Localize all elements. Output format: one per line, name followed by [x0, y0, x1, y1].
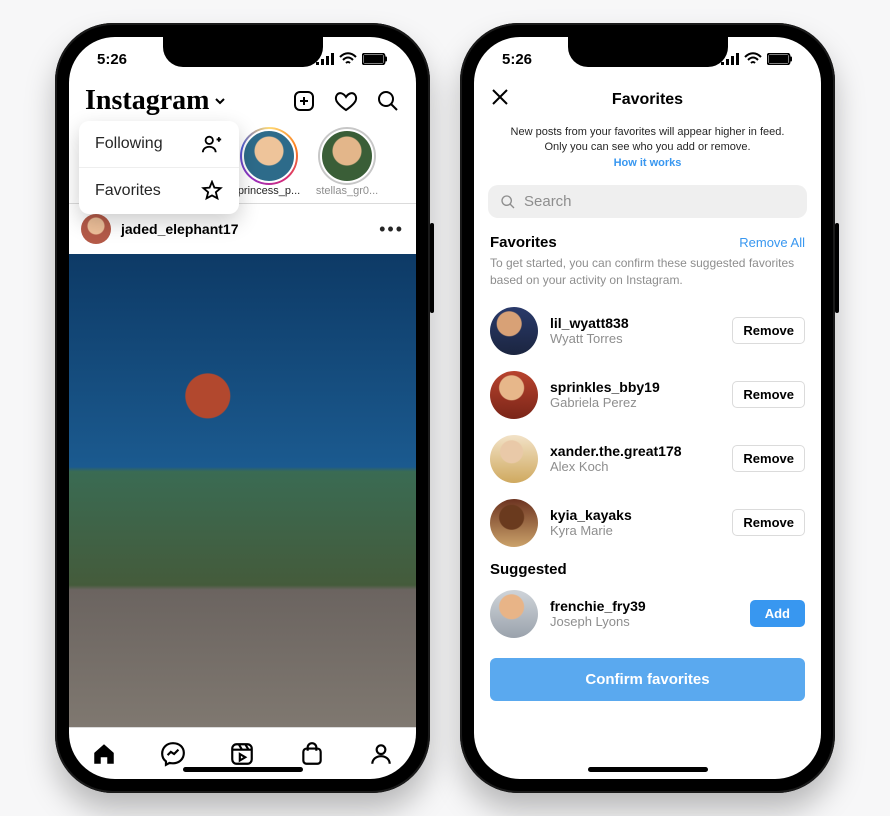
user-avatar[interactable]: [490, 307, 538, 355]
favorites-section-title: Favorites: [490, 234, 557, 251]
wifi-icon: [744, 52, 762, 66]
user-row: sprinkles_bby19Gabriela Perez Remove: [474, 363, 821, 427]
suggested-section-title: Suggested: [490, 561, 567, 578]
user-fullname: Joseph Lyons: [550, 614, 646, 629]
status-time: 5:26: [502, 51, 532, 68]
feed-type-dropdown: Following Favorites: [79, 121, 239, 214]
favorites-section-header: Favorites Remove All: [474, 228, 821, 255]
favorites-hint: To get started, you can confirm these su…: [474, 255, 821, 299]
tab-messenger-icon[interactable]: [160, 741, 186, 767]
phone-favorites: 5:26 Favorites New posts from your favor…: [460, 23, 835, 793]
story-ring: [240, 127, 298, 185]
info-line-2: Only you can see who you add or remove.: [544, 141, 750, 153]
info-note: New posts from your favorites will appea…: [474, 119, 821, 181]
star-icon: [201, 180, 223, 202]
dropdown-following-label: Following: [95, 135, 163, 153]
tab-reels-icon[interactable]: [229, 741, 255, 767]
user-handle: lil_wyatt838: [550, 315, 629, 331]
post-author-avatar[interactable]: [81, 214, 111, 244]
post-more-icon[interactable]: •••: [379, 219, 404, 240]
device-notch: [163, 37, 323, 67]
home-indicator: [588, 767, 708, 772]
favorites-title-bar: Favorites: [474, 81, 821, 119]
add-button[interactable]: Add: [750, 600, 805, 627]
user-row: lil_wyatt838Wyatt Torres Remove: [474, 299, 821, 363]
remove-button[interactable]: Remove: [732, 509, 805, 536]
how-it-works-link[interactable]: How it works: [614, 157, 682, 169]
remove-all-link[interactable]: Remove All: [739, 235, 805, 250]
remove-button[interactable]: Remove: [732, 381, 805, 408]
user-fullname: Wyatt Torres: [550, 331, 629, 346]
phone-feed: 5:26 Instagram Following: [55, 23, 430, 793]
story-item[interactable]: princess_p...: [237, 127, 301, 197]
user-fullname: Alex Koch: [550, 459, 682, 474]
status-icons: [316, 52, 388, 66]
user-row: xander.the.great178Alex Koch Remove: [474, 427, 821, 491]
user-avatar[interactable]: [490, 499, 538, 547]
story-label: stellas_gr0...: [316, 185, 378, 197]
suggested-list: frenchie_fry39Joseph Lyons Add: [474, 582, 821, 646]
user-handle: sprinkles_bby19: [550, 379, 660, 395]
user-fullname: Gabriela Perez: [550, 395, 660, 410]
remove-button[interactable]: Remove: [732, 445, 805, 472]
search-icon: [500, 194, 516, 210]
status-time: 5:26: [97, 51, 127, 68]
user-handle: frenchie_fry39: [550, 598, 646, 614]
post-image[interactable]: [69, 254, 416, 727]
activity-heart-icon[interactable]: [334, 89, 358, 113]
status-icons: [721, 52, 793, 66]
user-names[interactable]: kyia_kayaksKyra Marie: [550, 507, 632, 538]
tab-profile-icon[interactable]: [368, 741, 394, 767]
chevron-down-icon: [213, 94, 227, 108]
user-names[interactable]: sprinkles_bby19Gabriela Perez: [550, 379, 660, 410]
user-avatar[interactable]: [490, 590, 538, 638]
info-line-1: New posts from your favorites will appea…: [511, 126, 785, 138]
battery-icon: [767, 53, 793, 65]
story-item[interactable]: stellas_gr0...: [315, 127, 379, 197]
tab-shop-icon[interactable]: [299, 741, 325, 767]
user-names[interactable]: frenchie_fry39Joseph Lyons: [550, 598, 646, 629]
search-placeholder: Search: [524, 193, 572, 210]
suggested-section-header: Suggested: [474, 555, 821, 582]
brand-menu[interactable]: Instagram: [85, 85, 227, 117]
search-icon[interactable]: [376, 89, 400, 113]
user-names[interactable]: lil_wyatt838Wyatt Torres: [550, 315, 629, 346]
app-logo: Instagram: [85, 85, 209, 117]
user-avatar[interactable]: [490, 371, 538, 419]
tab-home-icon[interactable]: [91, 741, 117, 767]
wifi-icon: [339, 52, 357, 66]
story-avatar: [242, 129, 296, 183]
post-author-username[interactable]: jaded_elephant17: [121, 221, 239, 237]
story-ring: [318, 127, 376, 185]
user-names[interactable]: xander.the.great178Alex Koch: [550, 443, 682, 474]
dropdown-following[interactable]: Following: [79, 121, 239, 167]
dropdown-favorites-label: Favorites: [95, 182, 161, 200]
user-avatar[interactable]: [490, 435, 538, 483]
user-fullname: Kyra Marie: [550, 523, 632, 538]
page-title: Favorites: [612, 91, 683, 109]
user-handle: xander.the.great178: [550, 443, 682, 459]
new-post-icon[interactable]: [292, 89, 316, 113]
device-notch: [568, 37, 728, 67]
battery-icon: [362, 53, 388, 65]
remove-button[interactable]: Remove: [732, 317, 805, 344]
close-icon[interactable]: [490, 87, 510, 113]
search-input[interactable]: Search: [488, 185, 807, 218]
user-row: frenchie_fry39Joseph Lyons Add: [474, 582, 821, 646]
user-handle: kyia_kayaks: [550, 507, 632, 523]
confirm-favorites-button[interactable]: Confirm favorites: [490, 658, 805, 701]
user-row: kyia_kayaksKyra Marie Remove: [474, 491, 821, 555]
people-icon: [201, 133, 223, 155]
dropdown-favorites[interactable]: Favorites: [79, 167, 239, 214]
home-indicator: [183, 767, 303, 772]
favorites-list: lil_wyatt838Wyatt TorresRemovesprinkles_…: [474, 299, 821, 555]
story-avatar: [320, 129, 374, 183]
story-label: princess_p...: [238, 185, 300, 197]
app-header: Instagram Following Favorites: [69, 81, 416, 125]
